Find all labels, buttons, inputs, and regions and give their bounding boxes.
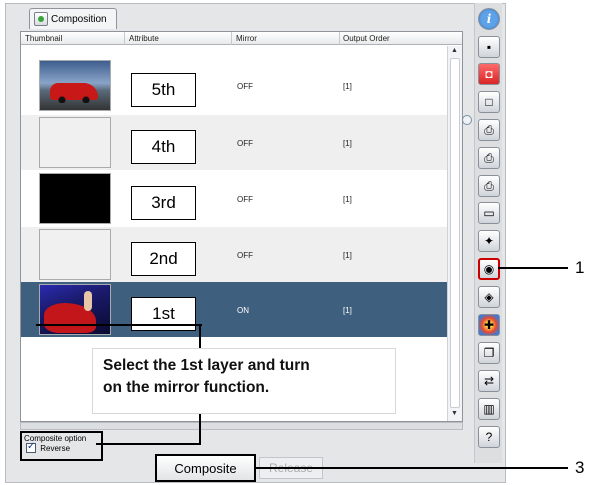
col-output-order[interactable]: Output Order (343, 34, 390, 43)
mirror-value: OFF (237, 139, 253, 148)
output-order-value: [1] (343, 195, 352, 204)
callout-leader-top (199, 325, 201, 348)
table-header: Thumbnail Attribute Mirror Output Order (21, 32, 462, 45)
mirror-value: OFF (237, 82, 253, 91)
mirror-value: OFF (237, 195, 253, 204)
tab-label: Composition (51, 13, 107, 25)
column-divider (231, 32, 232, 45)
reverse-checkbox[interactable] (26, 441, 36, 453)
mirror-value: ON (237, 306, 249, 315)
column-divider (124, 32, 125, 45)
annotation-3-leader (256, 467, 568, 469)
side-toolbar: i ▪ ◘ □ ⎙ ⎙ ⎙ ▭ ✦ ◉ ◈ ✚ ❐ ⇄ ▥ ? (474, 3, 502, 463)
col-thumbnail[interactable]: Thumbnail (25, 34, 62, 43)
annotation-1-leader (498, 267, 568, 269)
annotation-1-number: 1 (575, 258, 585, 277)
swap-icon[interactable]: ⇄ (478, 370, 500, 392)
callout-leader-horizontal (96, 443, 201, 445)
color-icon[interactable]: ✚ (478, 314, 500, 336)
print-green-icon[interactable]: ⎙ (478, 119, 500, 141)
composition-icon[interactable]: ◉ (478, 258, 500, 280)
frame-icon[interactable]: □ (478, 91, 500, 113)
callout-line-2: on the mirror function. (103, 379, 270, 396)
row-highlight-bottom (36, 324, 202, 326)
mirror-icon[interactable]: ◈ (478, 286, 500, 308)
thumbnail-image (39, 60, 111, 111)
tab-composition[interactable]: Composition (29, 8, 117, 29)
composition-icon (34, 12, 48, 26)
column-divider (339, 32, 340, 45)
thumbnail-image (39, 173, 111, 224)
table-row-selected[interactable]: 1st ON [1] (21, 282, 447, 337)
table-row[interactable]: 2nd OFF [1] (21, 227, 447, 282)
col-mirror[interactable]: Mirror (236, 34, 257, 43)
vertical-scrollbar[interactable]: ▲ ▼ (447, 46, 462, 421)
print-red-icon[interactable]: ⎙ (478, 147, 500, 169)
layer-label: 5th (131, 73, 196, 107)
composite-button[interactable]: Composite (155, 454, 256, 482)
table-row[interactable]: 5th OFF [1] (21, 58, 447, 113)
layer-label: 3rd (131, 186, 196, 220)
output-order-value: [1] (343, 139, 352, 148)
splitter-handle[interactable] (462, 115, 472, 125)
help-icon[interactable]: ? (478, 426, 500, 448)
annotation-3-number: 3 (575, 458, 585, 477)
copy-icon[interactable]: ❐ (478, 342, 500, 364)
trash-icon[interactable]: ▥ (478, 398, 500, 420)
output-order-value: [1] (343, 306, 352, 315)
thumbnail-image (39, 229, 111, 280)
table-row[interactable]: 4th OFF [1] (21, 115, 447, 170)
mirror-value: OFF (237, 251, 253, 260)
instruction-callout: Select the 1st layer and turn on the mir… (92, 348, 396, 414)
table-row[interactable]: te 3rd OFF [1] (21, 171, 447, 226)
layer-star-icon[interactable]: ▪ (478, 36, 500, 58)
window-icon[interactable]: ▭ (478, 202, 500, 224)
scroll-down-icon[interactable]: ▼ (451, 410, 458, 417)
layer-label: 2nd (131, 242, 196, 276)
thumbnail-image (39, 284, 111, 335)
print-blue-icon[interactable]: ⎙ (478, 175, 500, 197)
scroll-up-icon[interactable]: ▲ (451, 47, 458, 54)
output-order-value: [1] (343, 82, 352, 91)
callout-line-1: Select the 1st layer and turn (103, 357, 310, 374)
cycle-star-icon[interactable]: ✦ (478, 230, 500, 252)
col-attribute[interactable]: Attribute (129, 34, 159, 43)
callout-leader-bottom (199, 414, 201, 444)
scrollbar-thumb[interactable] (450, 58, 460, 408)
composite-option-group: Composite option Reverse (20, 431, 103, 461)
output-order-value: [1] (343, 251, 352, 260)
horizontal-scrollbar[interactable] (20, 422, 463, 430)
info-icon[interactable]: i (478, 8, 500, 30)
qr-icon[interactable]: ◘ (478, 63, 500, 85)
reverse-label: Reverse (40, 443, 71, 453)
thumbnail-image (39, 117, 111, 168)
layer-label: 4th (131, 130, 196, 164)
